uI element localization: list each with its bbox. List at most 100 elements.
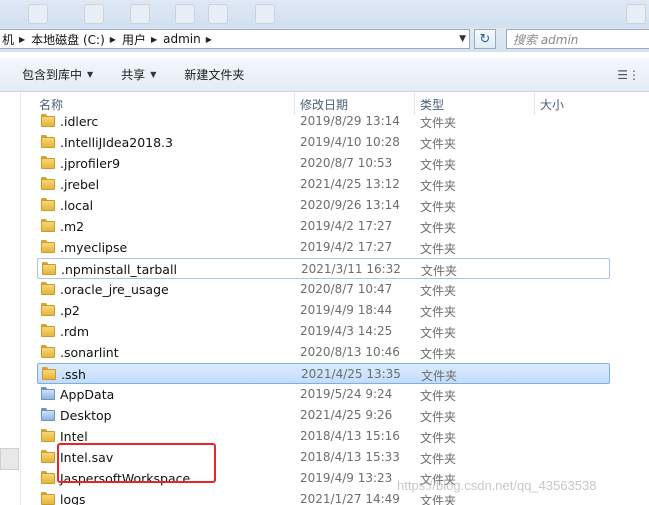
check-icon[interactable] [255,4,275,24]
file-type: 文件夹 [420,158,457,172]
file-type: 文件夹 [421,369,458,383]
file-name: .jprofiler9 [60,156,121,171]
file-modified-date: 2019/4/10 10:28 [300,135,400,149]
file-modified-date: 2018/4/13 15:33 [300,450,400,464]
file-type: 文件夹 [420,179,457,193]
properties-icon[interactable] [208,4,228,24]
file-name: .myeclipse [60,240,128,255]
folder-icon [41,114,55,127]
folder-icon [42,367,56,380]
file-name: .idlerc [60,114,99,129]
file-type: 文件夹 [420,347,457,361]
address-bar[interactable]: 机 ▶ 本地磁盘 (C:) ▶ 用户 ▶ admin ▶ ▼ [0,29,470,49]
watermark: https://blog.csdn.net/qq_43563538 [397,478,597,493]
file-type: 文件夹 [420,326,457,340]
file-modified-date: 2021/4/25 13:12 [300,177,400,191]
file-row[interactable]: Desktop 2021/4/25 9:26 文件夹 [37,405,610,426]
minimize-icon[interactable] [626,4,646,24]
file-row[interactable]: .jrebel 2021/4/25 13:12 文件夹 [37,174,610,195]
folder-icon [41,450,55,463]
file-row[interactable]: .m2 2019/4/2 17:27 文件夹 [37,216,610,237]
navigation-pane[interactable] [0,92,21,505]
file-row[interactable]: .npminstall_tarball 2021/3/11 16:32 文件夹 [37,258,610,279]
file-name: logs [60,492,86,505]
file-name: .npminstall_tarball [61,262,177,277]
file-row[interactable]: .p2 2019/4/9 18:44 文件夹 [37,300,610,321]
file-modified-date: 2019/4/9 13:23 [300,471,393,485]
file-type: 文件夹 [420,431,457,445]
include-in-library-button[interactable]: 包含到库中 ▼ [22,66,93,83]
file-list[interactable]: 名称 修改日期 类型 大小 .idlerc 2019/8/29 13:14 文件夹.… [21,92,649,505]
folder-icon [42,262,56,275]
chevron-right-icon[interactable]: ▶ [151,35,157,44]
file-row[interactable]: AppData 2019/5/24 9:24 文件夹 [37,384,610,405]
folder-icon [41,135,55,148]
file-type: 文件夹 [420,242,457,256]
file-modified-date: 2020/8/7 10:53 [300,156,393,170]
file-row[interactable]: .oracle_jre_usage 2020/8/7 10:47 文件夹 [37,279,610,300]
chevron-right-icon[interactable]: ▶ [110,35,116,44]
file-name: .rdm [60,324,90,339]
file-type: 文件夹 [420,116,457,130]
file-row[interactable]: .sonarlint 2020/8/13 10:46 文件夹 [37,342,610,363]
save-icon[interactable] [84,4,104,24]
address-dropdown-icon[interactable]: ▼ [459,34,466,44]
folder-icon [41,408,55,421]
file-name: .IntelliJIdea2018.3 [60,135,173,150]
undo-icon[interactable] [130,4,150,24]
file-name: Desktop [60,408,112,423]
file-name: .local [60,198,94,213]
file-modified-date: 2021/4/25 13:35 [301,367,401,381]
delete-icon[interactable] [175,4,195,24]
file-modified-date: 2021/4/25 9:26 [300,408,393,422]
file-type: 文件夹 [420,452,457,466]
file-name: .jrebel [60,177,100,192]
breadcrumb-computer[interactable]: 机 ▶ [2,31,31,48]
folder-icon [41,156,55,169]
file-modified-date: 2019/4/9 18:44 [300,303,393,317]
file-row[interactable]: .rdm 2019/4/3 14:25 文件夹 [37,321,610,342]
folder-icon [41,324,55,337]
caret-down-icon: ▼ [87,70,94,79]
search-placeholder: 搜索 admin [513,32,579,47]
file-modified-date: 2021/1/27 14:49 [300,492,400,505]
file-row[interactable]: .idlerc 2019/8/29 13:14 文件夹 [37,111,610,132]
file-row[interactable]: .myeclipse 2019/4/2 17:27 文件夹 [37,237,610,258]
command-bar: 包含到库中 ▼ 共享 ▼ 新建文件夹 ☰⋮ [0,58,649,92]
back-icon[interactable] [28,4,48,24]
file-name: .ssh [61,367,86,382]
breadcrumb-local-disk[interactable]: 本地磁盘 (C:) ▶ [31,31,122,48]
file-modified-date: 2019/5/24 9:24 [300,387,393,401]
nav-selected-item[interactable] [0,448,19,470]
highlight-annotation [57,443,216,483]
file-type: 文件夹 [421,264,458,278]
file-name: .oracle_jre_usage [60,282,169,297]
breadcrumb-users[interactable]: 用户 ▶ [122,31,163,48]
folder-icon [41,429,55,442]
file-type: 文件夹 [420,389,457,403]
file-type: 文件夹 [420,494,457,505]
file-modified-date: 2020/8/7 10:47 [300,282,393,296]
new-folder-button[interactable]: 新建文件夹 [184,66,244,83]
search-input[interactable]: 搜索 admin [506,29,649,49]
file-row[interactable]: .local 2020/9/26 13:14 文件夹 [37,195,610,216]
file-row[interactable]: .ssh 2021/4/25 13:35 文件夹 [37,363,610,384]
view-options-icon[interactable]: ☰⋮ [617,68,640,82]
file-type: 文件夹 [420,137,457,151]
folder-icon [41,345,55,358]
file-modified-date: 2018/4/13 15:16 [300,429,400,443]
chevron-right-icon[interactable]: ▶ [206,35,212,44]
breadcrumb-admin[interactable]: admin ▶ [163,32,218,46]
folder-icon [41,177,55,190]
file-row[interactable]: .jprofiler9 2020/8/7 10:53 文件夹 [37,153,610,174]
file-name: AppData [60,387,115,402]
file-name: .m2 [60,219,85,234]
refresh-button[interactable]: ↻ [474,29,496,49]
caret-down-icon: ▼ [150,70,157,79]
file-row[interactable]: .IntelliJIdea2018.3 2019/4/10 10:28 文件夹 [37,132,610,153]
chevron-right-icon[interactable]: ▶ [19,35,25,44]
share-button[interactable]: 共享 ▼ [121,66,156,83]
address-row: 机 ▶ 本地磁盘 (C:) ▶ 用户 ▶ admin ▶ ▼ ↻ 搜索 admin [0,28,649,52]
file-type: 文件夹 [420,221,457,235]
window-top-strip [0,0,649,28]
